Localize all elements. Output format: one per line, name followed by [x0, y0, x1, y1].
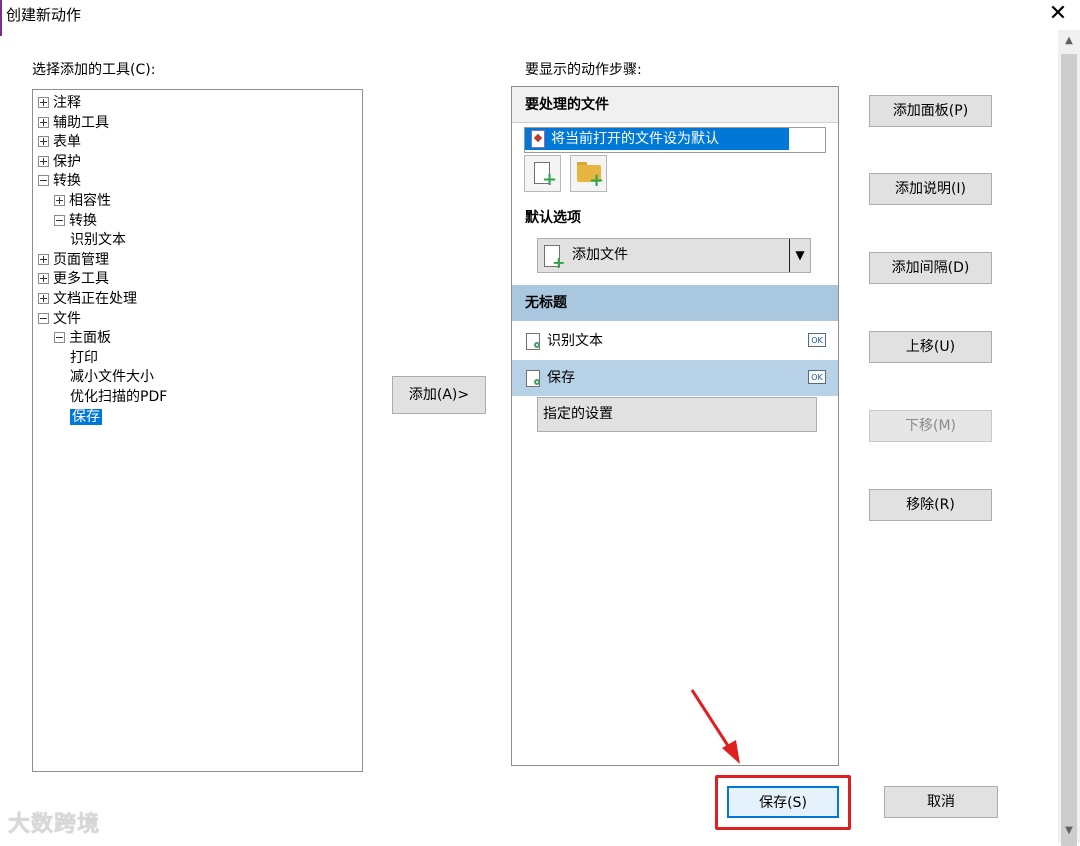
- step-settings-icon: [526, 370, 540, 387]
- tree-item[interactable]: 优化扫描的PDF: [70, 388, 167, 407]
- tree-item-label: 更多工具: [53, 271, 109, 288]
- expand-icon[interactable]: [38, 136, 49, 148]
- window-edge: [0, 0, 2, 36]
- defaults-label: 默认选项: [525, 210, 581, 226]
- tree-item[interactable]: 减小文件大小: [70, 368, 154, 387]
- expand-icon[interactable]: [38, 97, 49, 108]
- files-section-header: 要处理的文件: [512, 87, 838, 123]
- tree-item[interactable]: 主面板: [54, 329, 111, 348]
- step-settings-icon: [526, 333, 540, 350]
- steps-label: 要显示的动作步骤:: [525, 62, 642, 78]
- remove-button[interactable]: 移除(R): [869, 489, 992, 521]
- close-icon[interactable]: ✕: [1046, 2, 1070, 26]
- add-file-icon-button[interactable]: +: [524, 155, 561, 192]
- expand-icon[interactable]: [38, 155, 49, 167]
- step-row-save[interactable]: 保存 OK: [512, 360, 838, 396]
- tree-item-label: 保存: [70, 408, 102, 425]
- move-up-button[interactable]: 上移(U): [869, 331, 992, 363]
- action-steps-panel: 要处理的文件 将当前打开的文件设为默认 + + 默认选项 + 添加文件 ▼ 无标…: [511, 86, 839, 766]
- expand-icon[interactable]: [38, 293, 49, 304]
- tree-item[interactable]: 文件: [38, 310, 81, 329]
- tree-item-label: 表单: [53, 134, 81, 151]
- tree-item-label: 辅助工具: [53, 114, 109, 131]
- step-label: 保存: [547, 370, 575, 386]
- expand-icon[interactable]: [38, 116, 49, 128]
- tools-tree[interactable]: 注释 辅助工具 表单 保护 转换 相容性 转换 识别文本 页面管理 更多工具 文档正在处理 文件 主面板…: [32, 89, 363, 772]
- expand-icon[interactable]: [38, 273, 49, 285]
- step-label: 识别文本: [547, 333, 603, 349]
- scroll-down-icon[interactable]: ▼: [1058, 822, 1080, 840]
- tree-item-label: 优化扫描的PDF: [70, 389, 168, 405]
- tree-item-label: 注释: [53, 95, 81, 111]
- move-down-button[interactable]: 下移(M): [869, 410, 992, 442]
- add-file-dropdown-label: 添加文件: [572, 247, 628, 263]
- scrollbar-thumb[interactable]: [1061, 54, 1077, 846]
- chevron-down-icon[interactable]: ▼: [789, 239, 810, 272]
- tree-item-label: 减小文件大小: [70, 369, 154, 386]
- ok-icon: OK: [808, 333, 826, 347]
- tree-item-label: 文档正在处理: [53, 291, 137, 307]
- tree-item[interactable]: 打印: [70, 349, 98, 368]
- vertical-scrollbar[interactable]: ▲ ▼: [1058, 30, 1080, 846]
- add-gap-button[interactable]: 添加间隔(D): [869, 252, 992, 284]
- tree-item[interactable]: 识别文本: [70, 231, 126, 250]
- plus-icon: +: [589, 170, 605, 191]
- tree-item[interactable]: 保护: [38, 153, 81, 172]
- add-panel-button[interactable]: 添加面板(P): [869, 95, 992, 127]
- tree-item-label: 识别文本: [70, 232, 126, 249]
- tree-item[interactable]: 表单: [38, 133, 81, 152]
- highlight-box: [715, 775, 851, 830]
- collapse-icon[interactable]: [54, 332, 65, 344]
- file-item-selected[interactable]: 将当前打开的文件设为默认: [525, 128, 789, 150]
- add-folder-icon-button[interactable]: +: [570, 155, 607, 192]
- tree-item[interactable]: 文档正在处理: [38, 290, 137, 309]
- expand-icon[interactable]: [38, 253, 49, 265]
- tree-item[interactable]: 更多工具: [38, 270, 109, 289]
- tree-item[interactable]: 辅助工具: [38, 114, 109, 133]
- tree-item[interactable]: 注释: [38, 94, 81, 113]
- annotation-arrow-icon: [690, 689, 740, 764]
- tree-item[interactable]: 保存: [70, 408, 102, 427]
- watermark-text: 大数跨境: [8, 812, 101, 837]
- tree-item-label: 保护: [53, 153, 81, 170]
- collapse-icon[interactable]: [38, 312, 49, 324]
- add-file-dropdown[interactable]: + 添加文件 ▼: [537, 238, 811, 273]
- pdf-file-icon: [531, 130, 545, 148]
- tree-item-label: 转换: [53, 173, 81, 190]
- cancel-button[interactable]: 取消: [884, 786, 998, 818]
- collapse-icon[interactable]: [54, 214, 65, 226]
- file-list[interactable]: 将当前打开的文件设为默认: [524, 127, 826, 153]
- tree-item[interactable]: 转换: [38, 172, 81, 191]
- tree-item[interactable]: 转换: [54, 212, 97, 231]
- expand-icon[interactable]: [54, 195, 65, 206]
- tree-item-label: 主面板: [69, 330, 111, 347]
- file-item-label: 将当前打开的文件设为默认: [551, 131, 719, 147]
- tree-item-label: 页面管理: [53, 251, 109, 268]
- tree-item-label: 转换: [69, 212, 97, 229]
- tree-item-label: 相容性: [69, 193, 111, 209]
- tree-item-label: 文件: [53, 310, 81, 327]
- ok-icon: OK: [808, 370, 826, 384]
- step-row-ocr[interactable]: 识别文本 OK: [512, 323, 838, 359]
- tree-item[interactable]: 相容性: [54, 192, 111, 211]
- tree-item[interactable]: 页面管理: [38, 251, 109, 270]
- scroll-up-icon[interactable]: ▲: [1058, 32, 1080, 50]
- dialog-title: 创建新动作: [6, 6, 82, 24]
- untitled-section-header: 无标题: [512, 285, 838, 321]
- tree-item-label: 打印: [70, 349, 98, 366]
- plus-icon: +: [552, 253, 566, 272]
- watermark-logo: 大数跨境: [8, 806, 100, 838]
- add-note-button[interactable]: 添加说明(I): [869, 173, 992, 205]
- add-button[interactable]: 添加(A)>: [392, 376, 486, 414]
- plus-icon: +: [542, 169, 558, 190]
- specified-settings-button[interactable]: 指定的设置: [537, 397, 817, 432]
- tools-label: 选择添加的工具(C):: [32, 62, 156, 78]
- collapse-icon[interactable]: [38, 175, 49, 187]
